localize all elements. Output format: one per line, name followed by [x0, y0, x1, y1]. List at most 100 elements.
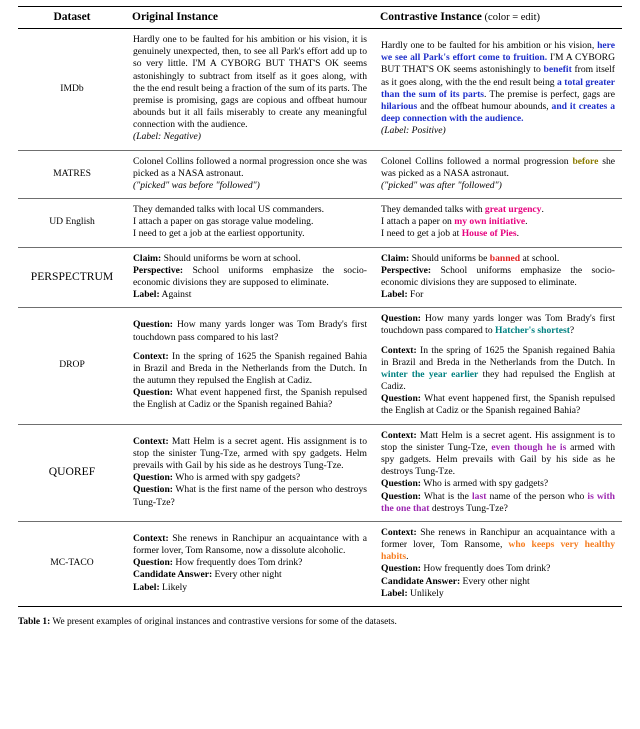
dataset-name: PERSPECTRUM	[30, 269, 114, 283]
dataset-name-cell-matres: MATRES	[18, 149, 126, 199]
contrastive-header-note: (color = edit)	[481, 12, 541, 23]
field-key: Question:	[381, 490, 421, 502]
field-key: Label:	[381, 289, 408, 301]
instance-field: Perspective: School uniforms emphasize t…	[133, 265, 367, 289]
plain-span: ?	[569, 325, 575, 337]
field-key: Label:	[381, 587, 408, 599]
contrastive-instance-cell-imdb: Hardly one to be faulted for his ambitio…	[374, 29, 622, 151]
plain-span: Hardly one to be faulted for his ambitio…	[381, 40, 598, 52]
paper-table-figure: Dataset Original Instance Contrastive In…	[0, 6, 640, 729]
instance-field: Question: How frequently does Tom drink?	[381, 563, 615, 575]
instance-field: Label: Unlikely	[381, 588, 615, 600]
dataset-name-cell-drop: DROP	[18, 307, 126, 425]
plain-span: .	[406, 551, 409, 563]
plain-span: destroys Tung-Tze?	[429, 502, 508, 514]
instance-field: Candidate Answer: Every other night	[133, 569, 367, 581]
header-row: Dataset Original Instance Contrastive In…	[18, 6, 622, 29]
original-instance-cell-mc_taco: Context: She renews in Ranchipur an acqu…	[126, 520, 374, 607]
edit-span: winter the year earlier	[381, 368, 479, 380]
field-key: Question:	[381, 563, 421, 575]
instance-field: Question: What is the first name of the …	[133, 484, 367, 508]
instance-field: Question: What is the last name of the p…	[381, 491, 615, 515]
instance-field: Question: Who is armed with spy gadgets?	[381, 478, 615, 490]
contrastive-header-main: Contrastive Instance	[380, 11, 482, 23]
contrast-sets-table: Dataset Original Instance Contrastive In…	[18, 6, 622, 607]
field-key: Question:	[381, 393, 421, 405]
field-key: Label:	[133, 581, 160, 593]
instance-label-note: ("picked" was before "followed")	[133, 179, 260, 191]
instance-body: Hardly one to be faulted for his ambitio…	[133, 34, 367, 131]
instance-line: I need to get a job at House of Pies.	[381, 228, 615, 240]
field-key: Candidate Answer:	[133, 569, 213, 581]
plain-span: I need to get a job at	[381, 228, 462, 240]
edit-span: great urgency	[484, 204, 542, 216]
field-spacer	[133, 344, 367, 351]
dataset-name: DROP	[59, 359, 85, 371]
instance-label-note: (Label: Positive)	[381, 125, 446, 137]
field-key: Claim:	[133, 252, 162, 264]
instance-field: Question: What event happened first, the…	[133, 387, 367, 411]
plain-span: In the spring of 1625 the Spanish regain…	[381, 344, 615, 368]
plain-span: Likely	[159, 581, 188, 593]
field-key: Context:	[133, 350, 169, 362]
instance-field: Question: How many yards longer was Tom …	[133, 319, 367, 343]
instance-body: Colonel Collins followed a normal progre…	[381, 156, 615, 180]
contrastive-instance-cell-ud_english: They demanded talks with great urgency. I…	[374, 198, 622, 248]
contrastive-instance-cell-drop: Question: How many yards longer was Tom …	[374, 307, 622, 425]
table-row: MC-TACO Context: She renews in Ranchipur …	[18, 520, 622, 607]
contrastive-instance-cell-matres: Colonel Collins followed a normal progre…	[374, 149, 622, 199]
plain-span: .	[525, 216, 528, 228]
plain-span: and the offbeat humour abounds,	[417, 100, 552, 112]
field-key: Context:	[133, 435, 169, 447]
plain-span: Who is armed with spy gadgets?	[172, 472, 301, 484]
edit-span: my own initiative	[454, 216, 526, 228]
field-key: Question:	[133, 472, 173, 484]
instance-field: Claim: Should uniforms be banned at scho…	[381, 253, 615, 265]
instance-field: Context: Matt Helm is a secret agent. Hi…	[381, 430, 615, 479]
plain-span: Every other night	[460, 575, 530, 587]
contrastive-instance-cell-quoref: Context: Matt Helm is a secret agent. Hi…	[374, 423, 622, 522]
plain-span: Against	[159, 289, 192, 301]
plain-span: They demanded talks with	[381, 204, 485, 216]
edit-span: banned	[489, 252, 521, 264]
plain-span: How frequently does Tom drink?	[420, 563, 551, 575]
field-key: Question:	[381, 313, 421, 325]
edit-span: even though he is	[491, 441, 567, 453]
instance-body: Colonel Collins followed a normal progre…	[133, 155, 367, 179]
dataset-name: MATRES	[53, 167, 91, 179]
field-key: Question:	[133, 484, 173, 496]
plain-span: Should uniforms be worn at school.	[161, 252, 301, 264]
edit-span: benefit	[543, 64, 572, 76]
caption-text: We present examples of original instance…	[50, 616, 397, 627]
plain-span: I attach a paper on	[381, 216, 455, 228]
dataset-name: IMDb	[60, 82, 84, 94]
dataset-name: UD English	[49, 216, 95, 228]
field-key: Label:	[133, 289, 160, 301]
column-header-contrastive-instance: Contrastive Instance (color = edit)	[374, 6, 622, 29]
instance-field: Context: She renews in Ranchipur an acqu…	[381, 527, 615, 564]
original-instance-cell-perspectrum: Claim: Should uniforms be worn at school…	[126, 246, 374, 308]
original-instance-cell-matres: Colonel Collins followed a normal progre…	[126, 149, 374, 199]
dataset-name-cell-mc_taco: MC-TACO	[18, 520, 126, 607]
field-key: Question:	[133, 557, 173, 569]
dataset-name-cell-perspectrum: PERSPECTRUM	[18, 246, 126, 308]
dataset-name: MC-TACO	[50, 557, 94, 569]
contrastive-instance-cell-perspectrum: Claim: Should uniforms be banned at scho…	[374, 246, 622, 308]
plain-span: Matt Helm is a secret agent. His assignm…	[133, 435, 367, 472]
plain-span: Unlikely	[407, 587, 444, 599]
plain-span: Who is armed with spy gadgets?	[420, 478, 549, 490]
instance-field: Label: Against	[133, 289, 367, 301]
plain-span: In the spring of 1625 the Spanish regain…	[133, 350, 367, 387]
edit-span: House of Pies	[461, 228, 517, 240]
edit-span: last	[472, 490, 487, 502]
instance-field: Label: Likely	[133, 582, 367, 594]
instance-field: Context: Matt Helm is a secret agent. Hi…	[133, 436, 367, 473]
figure-caption: Table 1: We present examples of original…	[18, 616, 622, 628]
original-instance-cell-ud_english: They demanded talks with local US comman…	[126, 198, 374, 248]
instance-field: Candidate Answer: Every other night	[381, 576, 615, 588]
table-header: Dataset Original Instance Contrastive In…	[18, 6, 622, 29]
plain-span: Should uniforms be	[409, 252, 490, 264]
edit-span: before	[572, 155, 599, 167]
dataset-name-cell-ud_english: UD English	[18, 198, 126, 248]
field-key: Context:	[381, 526, 417, 538]
